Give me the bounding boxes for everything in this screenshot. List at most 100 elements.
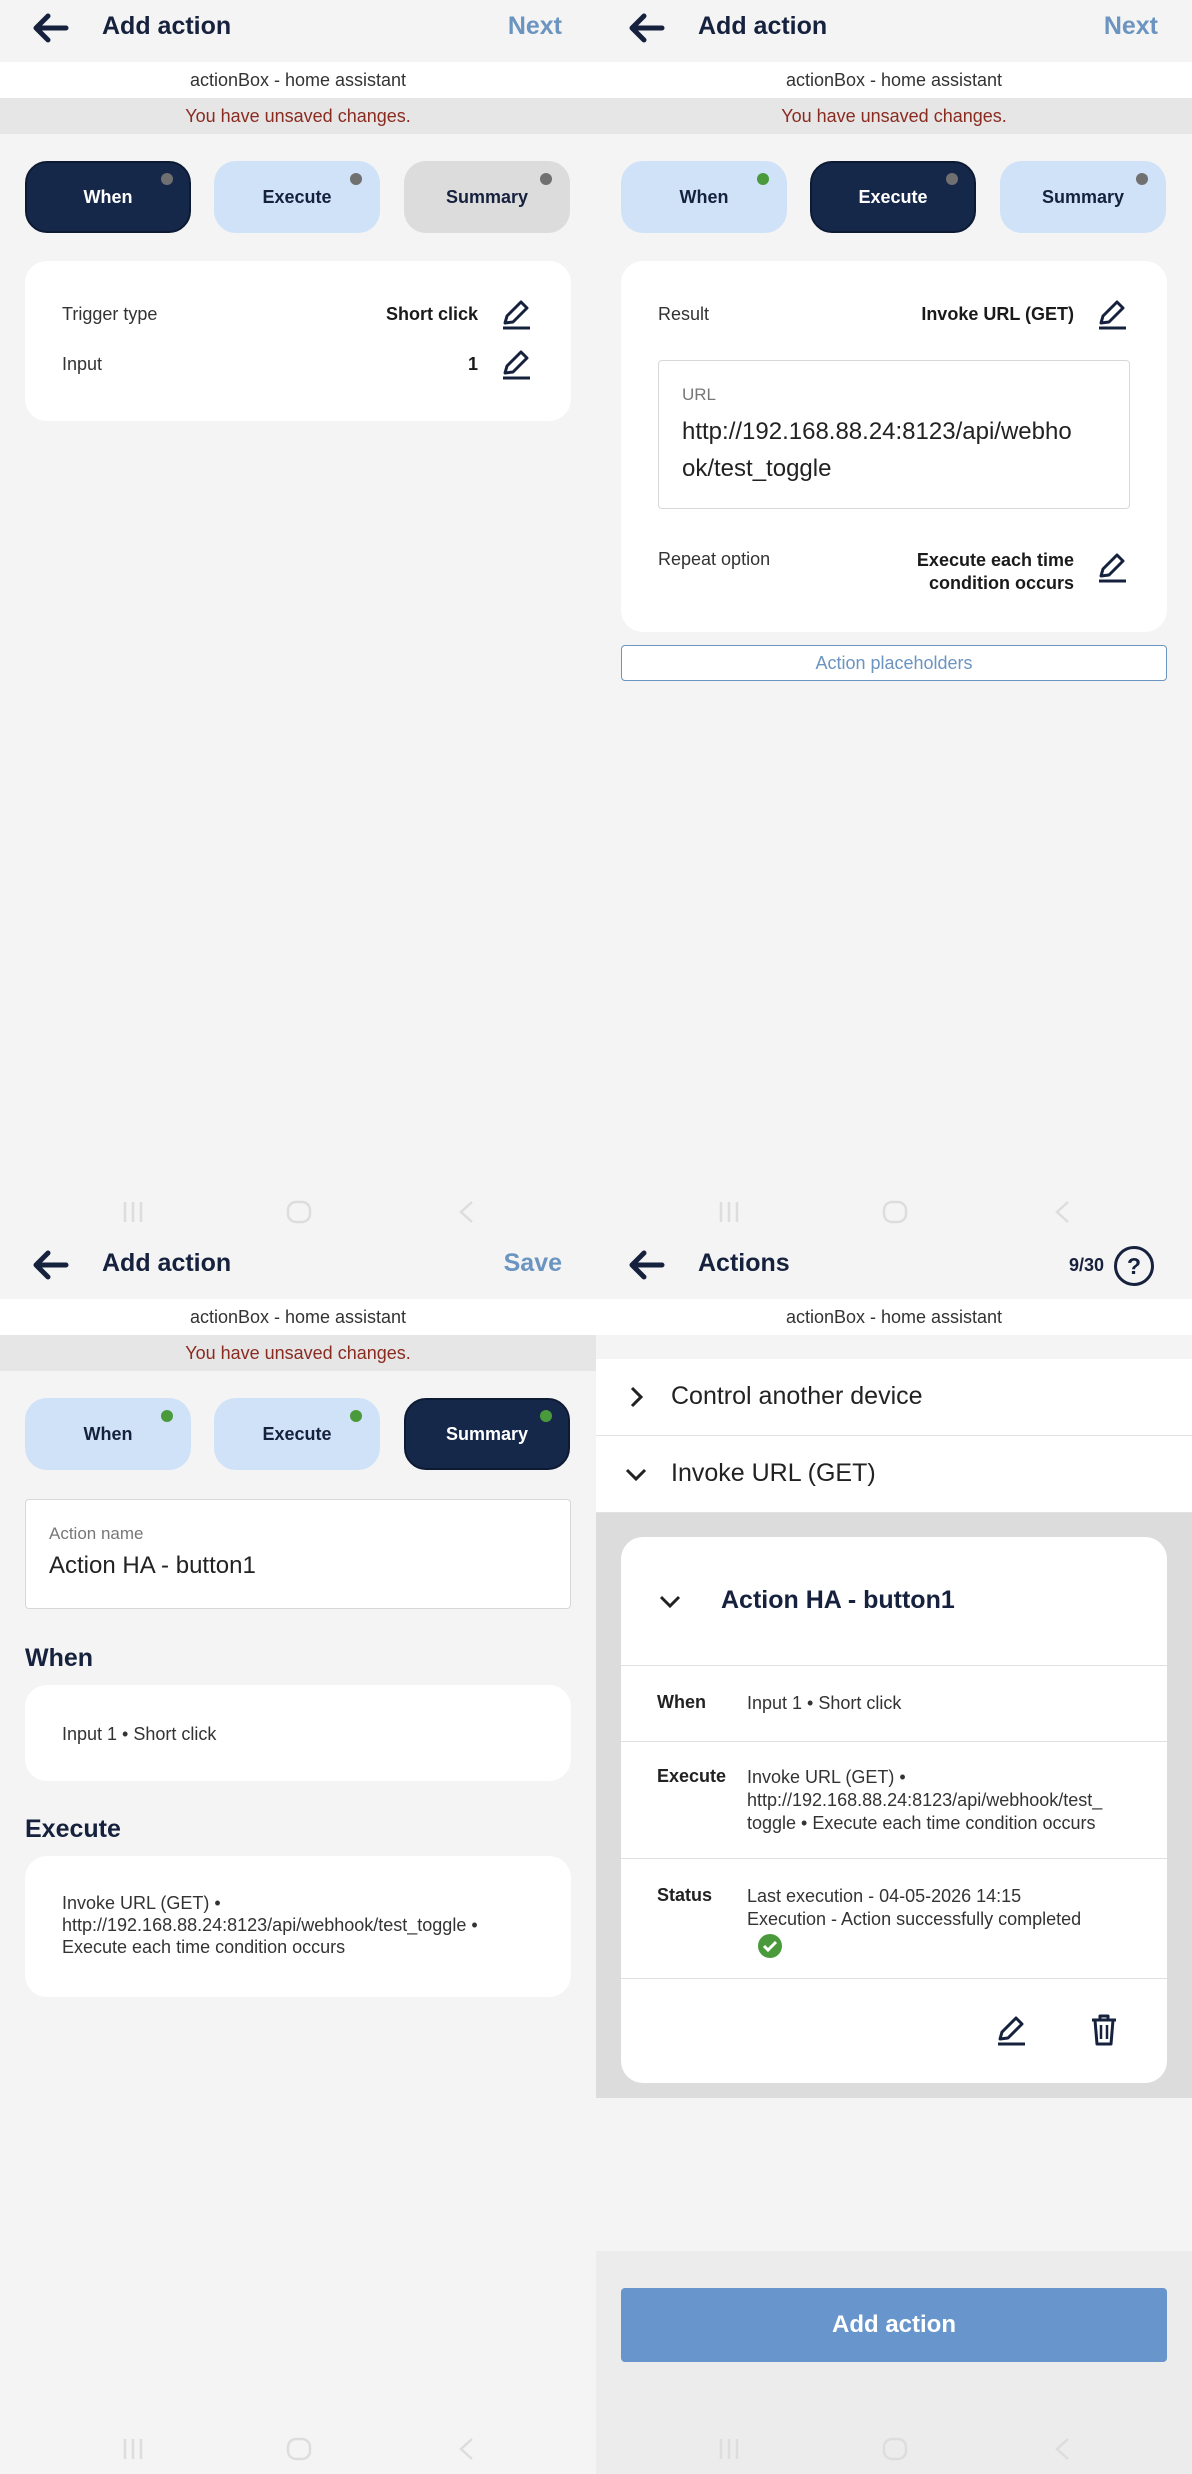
tab-execute[interactable]: Execute (214, 1398, 380, 1470)
edit-pencil-icon[interactable] (499, 347, 533, 381)
edit-pencil-icon[interactable] (1095, 550, 1129, 584)
expanded-group: Action HA - button1 When Input 1 • Short… (596, 1513, 1192, 2098)
system-nav-bar (0, 2424, 596, 2474)
tab-label: When (83, 1424, 133, 1444)
tab-when[interactable]: When (25, 1398, 191, 1470)
edit-pencil-icon[interactable] (499, 297, 533, 331)
device-subtitle: actionBox - home assistant (0, 62, 596, 98)
page-title: Add action (102, 12, 232, 40)
tab-label: Summary (445, 187, 529, 207)
tab-summary[interactable]: Summary (404, 161, 570, 233)
back-arrow-icon[interactable] (626, 1247, 666, 1283)
execute-label: Execute (657, 1766, 727, 1786)
back-nav-icon[interactable] (455, 2436, 479, 2462)
tab-label: Execute (262, 1424, 332, 1444)
recent-apps-icon[interactable] (716, 1199, 742, 1225)
status-label: Status (657, 1885, 713, 1905)
list-item-invoke-url[interactable]: Invoke URL (GET) (596, 1436, 1192, 1513)
edit-pencil-icon[interactable] (1095, 297, 1129, 331)
back-arrow-icon[interactable] (626, 10, 666, 46)
recent-apps-icon[interactable] (120, 2436, 146, 2462)
tab-label: Execute (858, 187, 928, 207)
back-nav-icon[interactable] (1051, 2436, 1075, 2462)
top-bar: Actions 9/30 ? (596, 1237, 1192, 1295)
chevron-right-icon (630, 1386, 644, 1408)
home-icon[interactable] (285, 2436, 313, 2462)
unsaved-banner: You have unsaved changes. (0, 98, 596, 134)
actions-list-screen: Actions 9/30 ? actionBox - home assistan… (596, 1237, 1192, 2474)
execute-line: Execute each time condition occurs (62, 1937, 346, 1957)
trigger-type-label: Trigger type (62, 304, 158, 324)
recent-apps-icon[interactable] (716, 2436, 742, 2462)
tab-label: Summary (1041, 187, 1125, 207)
when-heading: When (25, 1644, 94, 1672)
status-dot (540, 1410, 552, 1422)
url-line: ok/test_toggle (682, 455, 832, 482)
input-value: 1 (467, 354, 478, 374)
next-button[interactable]: Next (1104, 12, 1158, 41)
status-dot (540, 173, 552, 185)
chevron-down-icon[interactable] (656, 1587, 684, 1615)
trash-icon[interactable] (1089, 2013, 1119, 2047)
back-nav-icon[interactable] (455, 1199, 479, 1225)
detail-row-execute: Execute Invoke URL (GET) • http://192.16… (621, 1741, 1167, 1859)
tab-execute[interactable]: Execute (810, 161, 976, 233)
status-line: Execution - Action successfully complete… (747, 1909, 1082, 1929)
url-field-label: URL (682, 385, 717, 404)
when-summary-text: Input 1 • Short click (62, 1724, 217, 1744)
url-field-value: http://192.168.88.24:8123/api/webho ok/t… (682, 413, 1072, 487)
list-item-label: Control another device (671, 1382, 923, 1410)
recent-apps-icon[interactable] (120, 1199, 146, 1225)
action-card-title: Action HA - button1 (721, 1586, 955, 1614)
tab-when[interactable]: When (621, 161, 787, 233)
url-field[interactable]: URL http://192.168.88.24:8123/api/webho … (658, 360, 1130, 509)
execute-line: Invoke URL (GET) • (62, 1893, 221, 1913)
back-arrow-icon[interactable] (30, 10, 70, 46)
action-name-label: Action name (49, 1524, 144, 1543)
tab-label: When (679, 187, 729, 207)
execute-summary-text: Invoke URL (GET) • http://192.168.88.24:… (62, 1892, 542, 1958)
list-item-control-another-device[interactable]: Control another device (596, 1359, 1192, 1436)
tab-summary[interactable]: Summary (1000, 161, 1166, 233)
device-subtitle: actionBox - home assistant (596, 62, 1192, 98)
system-nav-bar (596, 2424, 1192, 2474)
success-check-icon (758, 1934, 782, 1958)
action-name-field[interactable]: Action name Action HA - button1 (25, 1499, 571, 1609)
execute-line: http://192.168.88.24:8123/api/webhook/te… (747, 1790, 1103, 1810)
unsaved-banner: You have unsaved changes. (596, 98, 1192, 134)
execute-summary-card: Invoke URL (GET) • http://192.168.88.24:… (25, 1856, 571, 1997)
home-icon[interactable] (881, 2436, 909, 2462)
save-button[interactable]: Save (504, 1249, 562, 1278)
tab-summary[interactable]: Summary (404, 1398, 570, 1470)
status-value: Last execution - 04-05-2026 14:15 Execut… (747, 1885, 1147, 1931)
execute-heading: Execute (25, 1815, 121, 1843)
unsaved-banner: You have unsaved changes. (0, 1335, 596, 1371)
add-action-button[interactable]: Add action (621, 2288, 1167, 2362)
tab-when[interactable]: When (25, 161, 191, 233)
result-value: Invoke URL (GET) (921, 304, 1074, 324)
back-nav-icon[interactable] (1051, 1199, 1075, 1225)
when-label: When (657, 1692, 706, 1712)
action-detail-card: Action HA - button1 When Input 1 • Short… (621, 1537, 1167, 2083)
status-dot (946, 173, 958, 185)
system-nav-bar (596, 1187, 1192, 1237)
action-placeholders-button[interactable]: Action placeholders (621, 645, 1167, 681)
tab-execute[interactable]: Execute (214, 161, 380, 233)
status-dot (350, 1410, 362, 1422)
execute-line: toggle • Execute each time condition occ… (747, 1813, 1096, 1833)
detail-row-when: When Input 1 • Short click (621, 1665, 1167, 1742)
edit-pencil-icon[interactable] (994, 2013, 1028, 2047)
status-dot (161, 1410, 173, 1422)
device-subtitle: actionBox - home assistant (596, 1299, 1192, 1335)
action-counter: 9/30 (1068, 1255, 1104, 1275)
add-action-when-screen: Add action Next actionBox - home assista… (0, 0, 596, 1237)
back-arrow-icon[interactable] (30, 1247, 70, 1283)
home-icon[interactable] (881, 1199, 909, 1225)
next-button[interactable]: Next (508, 12, 562, 41)
repeat-line: Execute each time (916, 550, 1074, 570)
home-icon[interactable] (285, 1199, 313, 1225)
input-label: Input (62, 354, 103, 374)
detail-row-status: Status Last execution - 04-05-2026 14:15… (621, 1858, 1167, 1979)
card-actions-row (621, 1978, 1167, 2084)
help-icon[interactable]: ? (1114, 1246, 1154, 1286)
